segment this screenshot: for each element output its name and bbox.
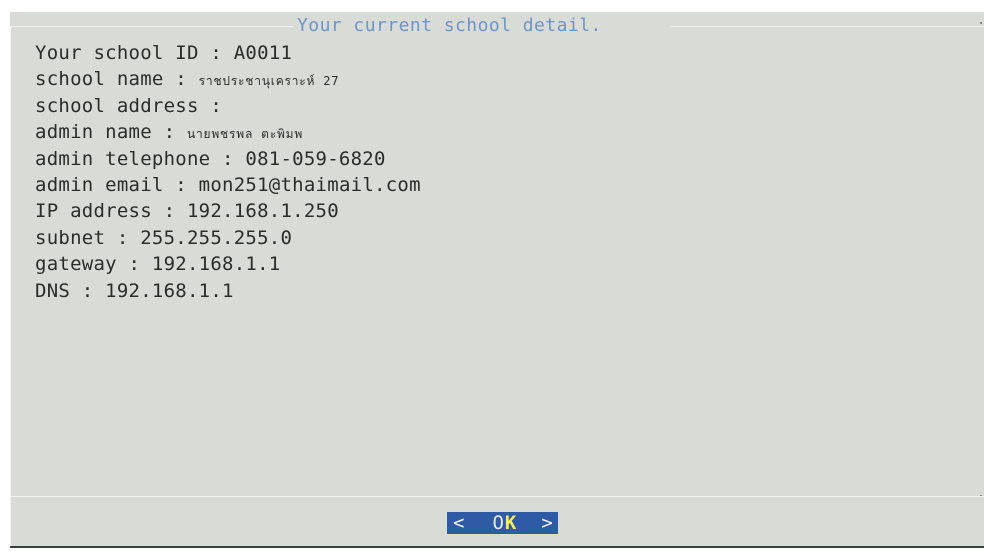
admin-name-row: admin name : นายพชรพล ตะพิมพ <box>35 119 421 145</box>
frame-top-border-left <box>10 26 293 27</box>
school-detail-dialog: Your current school detail. Your school … <box>10 12 984 548</box>
field-separator: : <box>210 147 246 170</box>
field-separator: : <box>105 226 141 249</box>
ok-label-hotkey: K <box>504 512 518 534</box>
field-value: นายพชรพล ตะพิมพ <box>186 127 304 142</box>
button-area-separator <box>10 496 984 497</box>
dialog-title: Your current school detail. <box>297 15 602 36</box>
ip-address-row: IP address : 192.168.1.250 <box>35 198 421 224</box>
field-separator: : <box>116 253 152 276</box>
field-label: Your school ID <box>35 42 199 64</box>
field-label: admin telephone <box>35 147 211 170</box>
field-value: mon251@thaimail.com <box>198 173 421 196</box>
gateway-row: gateway : 192.168.1.1 <box>35 251 421 277</box>
field-value: ราชประชานุเคราะห์ 27 <box>198 74 340 89</box>
button-left-bracket: < <box>453 512 465 534</box>
frame-bottom-border <box>10 546 984 548</box>
field-label: subnet <box>35 226 106 249</box>
ok-button-label: OK <box>492 512 517 534</box>
field-separator: : <box>151 121 187 144</box>
field-label: school address <box>35 94 199 117</box>
field-value: 192.168.1.1 <box>151 253 281 276</box>
admin-email-row: admin email : mon251@thaimail.com <box>35 172 421 198</box>
field-separator: : <box>163 173 199 196</box>
subnet-row: subnet : 255.255.255.0 <box>35 225 421 251</box>
field-label: school name <box>35 68 164 91</box>
field-label: gateway <box>35 253 117 276</box>
frame-top-border-right <box>670 26 984 27</box>
detail-list: Your school ID : A0011 school name : ราช… <box>35 40 421 304</box>
frame-left-border <box>10 26 11 548</box>
button-right-bracket: > <box>541 512 553 534</box>
dns-row: DNS : 192.168.1.1 <box>35 278 421 304</box>
ok-label-first-letter: O <box>492 512 505 534</box>
field-value: 192.168.1.250 <box>186 200 339 223</box>
admin-telephone-row: admin telephone : 081-059-6820 <box>35 146 421 172</box>
field-separator: : <box>198 42 234 64</box>
field-separator: : <box>198 94 223 117</box>
frame-right-marker-top <box>980 22 982 24</box>
field-value: A0011 <box>233 42 293 64</box>
field-label: IP address <box>35 200 152 223</box>
ok-button[interactable]: < OK > <box>447 512 558 534</box>
field-value: 081-059-6820 <box>245 147 386 170</box>
field-label: DNS <box>35 279 71 302</box>
field-separator: : <box>70 279 106 302</box>
field-label: admin email <box>35 173 164 196</box>
field-value: 255.255.255.0 <box>140 226 293 249</box>
school-name-row: school name : ราชประชานุเคราะห์ 27 <box>35 66 421 92</box>
field-value: 192.168.1.1 <box>105 279 234 302</box>
field-label: admin name <box>35 121 152 144</box>
field-separator: : <box>151 200 187 223</box>
field-separator: : <box>163 68 199 91</box>
school-address-row: school address : <box>35 93 421 119</box>
school-id-row: Your school ID : A0011 <box>35 40 421 66</box>
